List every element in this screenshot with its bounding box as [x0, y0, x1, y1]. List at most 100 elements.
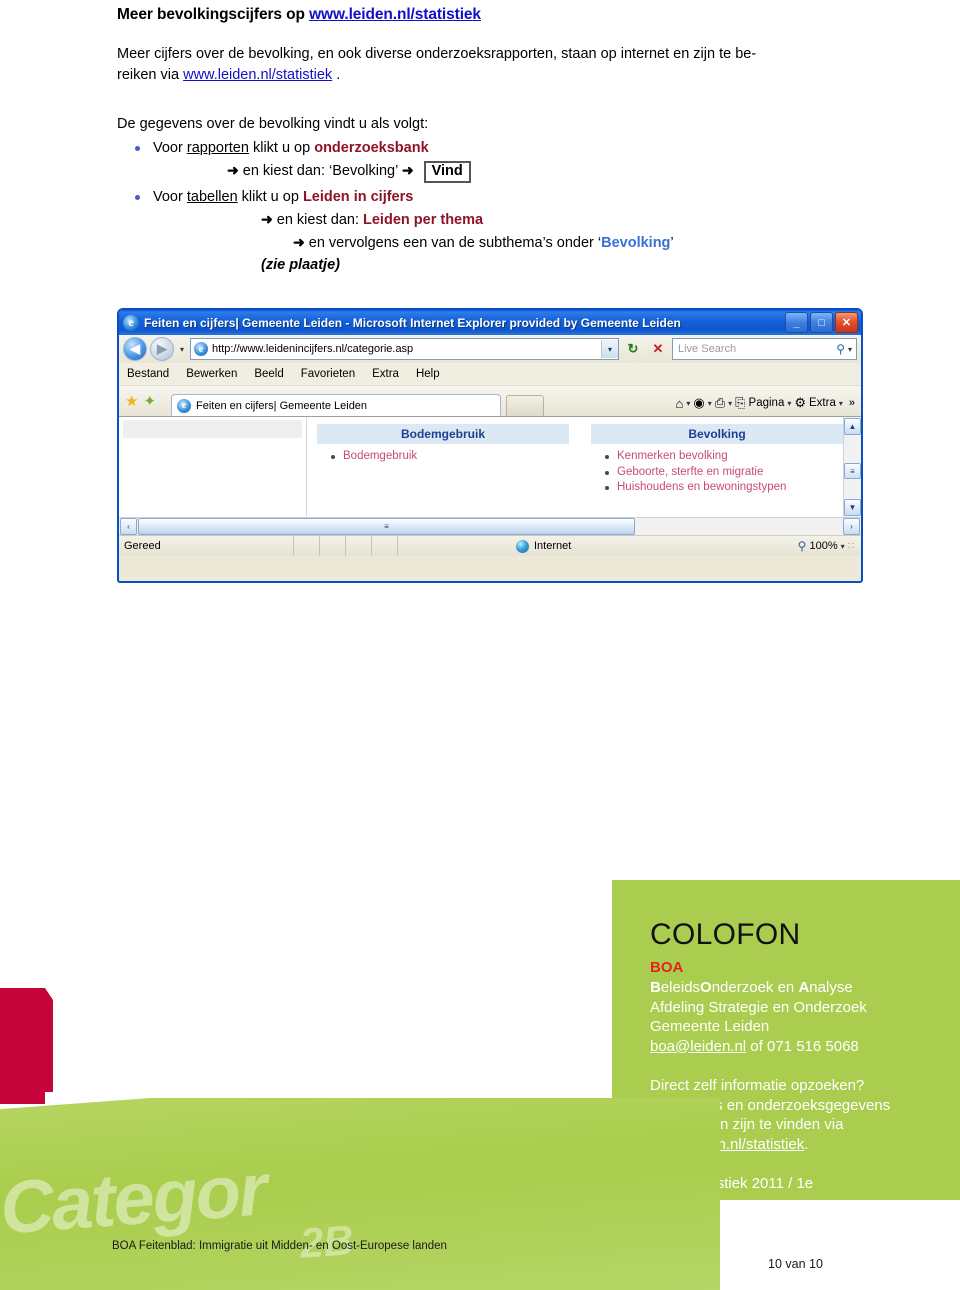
address-dropdown-icon[interactable]: ▾: [601, 340, 618, 358]
zoom-dropdown-icon[interactable]: ▾: [841, 542, 845, 551]
back-button-icon[interactable]: ◀: [123, 337, 147, 361]
search-provider-dropdown-icon[interactable]: ▾: [848, 345, 856, 354]
zie-plaatje-note: (zie plaatje): [261, 257, 340, 273]
security-zone[interactable]: Internet: [398, 536, 746, 556]
colofon-title: COLOFON: [650, 918, 801, 951]
colofon-phone-prefix: of: [746, 1037, 767, 1055]
globe-icon: [516, 539, 529, 553]
refresh-icon[interactable]: ↻: [622, 338, 644, 360]
theme-column-bevolking: Bevolking Kenmerken bevolking Geboorte, …: [591, 424, 843, 517]
footer-title: BOA Feitenblad: Immigratie uit Midden- e…: [112, 1240, 447, 1252]
column-link-list: Kenmerken bevolking Geboorte, sterfte en…: [591, 449, 843, 496]
document-text-block: Meer bevolkingscijfers op www.leiden.nl/…: [117, 0, 877, 276]
colofon-contact: boa@leiden.nl of 071 516 5068: [650, 1037, 960, 1057]
theme-columns: Bodemgebruik Bodemgebruik Bevolking Kenm…: [307, 417, 843, 517]
page-title: Meer bevolkingscijfers op www.leiden.nl/…: [117, 6, 877, 24]
step1-underlined: rapporten: [186, 140, 249, 156]
intro-line-2-suffix: .: [332, 67, 341, 83]
tools-gear-icon[interactable]: ⚙: [794, 395, 806, 411]
browser-screenshot: e Feiten en cijfers| Gemeente Leiden - M…: [117, 308, 863, 583]
colofon-org-name: BeleidsOnderzoek en Analyse: [650, 978, 960, 998]
menu-extra[interactable]: Extra: [372, 368, 399, 380]
browser-tab[interactable]: e Feiten en cijfers| Gemeente Leiden: [171, 394, 502, 416]
favorites-star-icon[interactable]: ★: [125, 394, 138, 416]
colofon-org-mid2: nderzoek en: [711, 979, 799, 996]
theme-column-bodemgebruik: Bodemgebruik Bodemgebruik: [317, 424, 569, 517]
forward-button-icon[interactable]: ▶: [150, 337, 174, 361]
page-number: 10 van 10: [768, 1257, 823, 1271]
step2-mid: klikt u op: [237, 189, 303, 205]
page-title-link[interactable]: www.leiden.nl/statistiek: [309, 6, 481, 23]
page-menu-label[interactable]: Pagina: [749, 397, 785, 409]
minimize-button[interactable]: _: [785, 312, 808, 333]
print-dropdown-icon[interactable]: ▾: [728, 399, 732, 408]
colofon-phone: 071 516 5068: [767, 1037, 859, 1055]
home-icon[interactable]: ⌂: [675, 396, 683, 411]
add-to-favorites-icon[interactable]: ✦: [143, 394, 156, 416]
browser-menubar: Bestand Bewerken Beeld Favorieten Extra …: [119, 363, 861, 386]
internet-explorer-icon: e: [123, 314, 139, 331]
new-tab-button[interactable]: [506, 395, 545, 416]
list-item[interactable]: Bodemgebruik: [331, 449, 569, 465]
colofon-org-b: B: [650, 979, 661, 996]
list-item[interactable]: Geboorte, sterfte en migratie: [605, 465, 843, 481]
scroll-right-button[interactable]: ›: [843, 518, 860, 535]
arrow-right-icon-2: ➜: [401, 162, 414, 178]
browser-statusbar: Gereed Internet ⚲ 100% ▾ ∷: [119, 535, 861, 556]
menu-bewerken[interactable]: Bewerken: [186, 368, 237, 380]
scroll-up-button[interactable]: ▲: [844, 418, 861, 435]
step2-substep-emphasis: Leiden per thema: [363, 212, 484, 228]
window-controls: _ □ ✕: [785, 312, 858, 333]
vertical-scrollbar[interactable]: ▲ ≡ ▼: [843, 417, 861, 517]
column-link-list: Bodemgebruik: [317, 449, 569, 465]
zoom-control[interactable]: ⚲ 100% ▾ ∷: [746, 536, 861, 556]
menu-help[interactable]: Help: [416, 368, 440, 380]
intro-paragraph: Meer cijfers over de bevolking, en ook d…: [117, 44, 807, 86]
vind-button[interactable]: Vind: [423, 161, 471, 183]
red-decorative-shape-edge: [45, 988, 53, 1000]
scroll-down-button[interactable]: ▼: [844, 499, 861, 516]
menu-favorieten[interactable]: Favorieten: [301, 368, 355, 380]
close-button[interactable]: ✕: [835, 312, 858, 333]
horizontal-scrollbar[interactable]: ‹ ≡ ›: [119, 517, 861, 535]
feeds-dropdown-icon[interactable]: ▾: [708, 399, 712, 408]
bullet-dot-icon: [135, 195, 140, 200]
resize-grip-icon[interactable]: ∷: [848, 541, 854, 552]
search-icon[interactable]: ⚲: [836, 342, 848, 356]
history-dropdown-icon[interactable]: ▾: [177, 345, 187, 354]
restore-button[interactable]: □: [810, 312, 833, 333]
list-item[interactable]: Kenmerken bevolking: [605, 449, 843, 465]
stop-icon[interactable]: ✕: [647, 338, 669, 360]
print-icon[interactable]: ⎙: [715, 395, 725, 411]
tools-menu-dropdown-icon[interactable]: ▾: [839, 399, 843, 408]
intro-link[interactable]: www.leiden.nl/statistiek: [183, 67, 332, 83]
toolbar-overflow-icon[interactable]: »: [846, 397, 855, 409]
step2-pre: Voor: [153, 189, 187, 205]
page-menu-dropdown-icon[interactable]: ▾: [787, 399, 791, 408]
search-input[interactable]: Live Search ⚲ ▾: [672, 338, 857, 360]
scroll-left-button[interactable]: ‹: [120, 518, 137, 535]
home-dropdown-icon[interactable]: ▾: [686, 399, 690, 408]
tools-menu-label[interactable]: Extra: [809, 397, 836, 409]
feeds-icon[interactable]: ◉: [693, 395, 704, 411]
menu-bestand[interactable]: Bestand: [127, 368, 169, 380]
menu-beeld[interactable]: Beeld: [254, 368, 283, 380]
status-cell-2: [320, 536, 346, 556]
address-bar[interactable]: e http://www.leidenincijfers.nl/categori…: [190, 338, 619, 360]
step3-quote-close: ’: [670, 235, 674, 251]
security-zone-label: Internet: [534, 540, 572, 552]
browser-navigation-bar: ◀ ▶ ▾ e http://www.leidenincijfers.nl/ca…: [119, 335, 861, 363]
red-decorative-shape: [0, 988, 53, 1104]
step3-substep: ➜ en vervolgens een van de subthema’s on…: [293, 231, 877, 254]
page-menu-icon[interactable]: ⎘: [735, 395, 745, 411]
horizontal-scroll-thumb[interactable]: ≡: [138, 518, 635, 535]
browser-window-title: Feiten en cijfers| Gemeente Leiden - Mic…: [144, 315, 681, 330]
step1-emphasis: onderzoeksbank: [314, 140, 429, 156]
column-header: Bodemgebruik: [317, 424, 569, 444]
colofon-org-end: nalyse: [809, 979, 853, 996]
tab-favicon-icon: e: [177, 398, 192, 413]
list-item[interactable]: Huishoudens en bewoningstypen: [605, 480, 843, 496]
colofon-email-link[interactable]: boa@leiden.nl: [650, 1038, 746, 1055]
page-title-prefix: Meer bevolkingscijfers op: [117, 6, 310, 23]
vertical-scroll-thumb[interactable]: ≡: [844, 463, 861, 479]
